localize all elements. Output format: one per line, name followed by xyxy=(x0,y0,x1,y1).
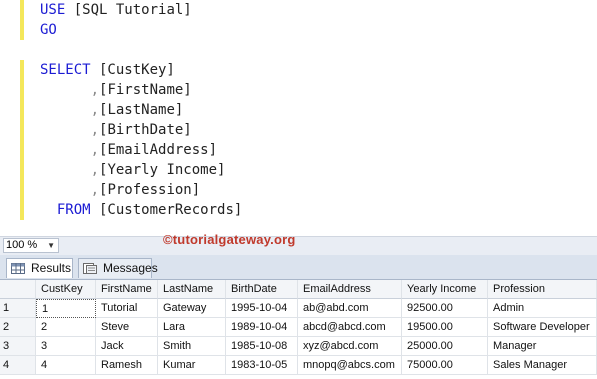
sql-identifier: [Yearly Income] xyxy=(99,162,226,178)
change-marker-bar xyxy=(20,60,24,220)
table-cell[interactable]: Tutorial xyxy=(96,299,158,318)
table-cell[interactable]: 4 xyxy=(36,356,96,375)
sql-identifier: [LastName] xyxy=(99,102,184,118)
table-cell[interactable]: 1983-10-05 xyxy=(226,356,298,375)
sql-comma: , xyxy=(90,82,100,98)
table-cell[interactable]: Ramesh xyxy=(96,356,158,375)
sql-comma: , xyxy=(90,102,100,118)
table-cell[interactable]: 1985-10-08 xyxy=(226,337,298,356)
zoom-value: 100 % xyxy=(6,239,38,251)
row-number[interactable]: 2 xyxy=(0,318,36,337)
code-line-4: SELECT [CustKey] xyxy=(40,60,175,80)
zoom-dropdown[interactable]: 100 % ▼ xyxy=(3,238,59,253)
sql-keyword: FROM xyxy=(56,202,91,218)
sql-identifier: [FirstName] xyxy=(99,82,192,98)
sql-identifier: [BirthDate] xyxy=(99,122,192,138)
table-row[interactable]: 4 4 Ramesh Kumar 1983-10-05 mnopq@abcs.c… xyxy=(0,356,597,375)
grid-header-row: CustKey FirstName LastName BirthDate Ema… xyxy=(0,280,597,299)
sql-identifier: [Profession] xyxy=(99,182,201,198)
table-cell[interactable]: Smith xyxy=(158,337,226,356)
watermark: ©tutorialgateway.org xyxy=(163,232,296,247)
sql-comma: , xyxy=(90,162,100,178)
table-cell[interactable]: Lara xyxy=(158,318,226,337)
sql-comma: , xyxy=(90,122,100,138)
table-row[interactable]: 1 1 Tutorial Gateway 1995-10-04 ab@abd.c… xyxy=(0,299,597,318)
table-cell[interactable]: 1 xyxy=(36,299,96,318)
column-header-rownum[interactable] xyxy=(0,280,36,299)
table-cell[interactable]: 3 xyxy=(36,337,96,356)
table-cell[interactable]: 92500.00 xyxy=(402,299,488,318)
table-row[interactable]: 2 2 Steve Lara 1989-10-04 abcd@abcd.com … xyxy=(0,318,597,337)
code-line-6: ,[LastName] xyxy=(40,100,184,120)
sql-keyword: USE xyxy=(40,2,66,18)
table-cell[interactable]: Manager xyxy=(488,337,597,356)
row-number[interactable]: 4 xyxy=(0,356,36,375)
tab-messages-label: Messages xyxy=(103,261,158,275)
column-header-custkey[interactable]: CustKey xyxy=(36,280,96,299)
results-grid[interactable]: CustKey FirstName LastName BirthDate Ema… xyxy=(0,279,597,379)
column-header-firstname[interactable]: FirstName xyxy=(96,280,158,299)
table-cell[interactable]: Admin xyxy=(488,299,597,318)
table-cell[interactable]: Kumar xyxy=(158,356,226,375)
table-row[interactable]: 3 3 Jack Smith 1985-10-08 xyz@abcd.com 2… xyxy=(0,337,597,356)
column-header-birthdate[interactable]: BirthDate xyxy=(226,280,298,299)
change-marker-bar xyxy=(20,0,24,40)
sql-keyword: GO xyxy=(40,22,57,38)
row-number[interactable]: 3 xyxy=(0,337,36,356)
code-line-5: ,[FirstName] xyxy=(40,80,192,100)
column-header-profession[interactable]: Profession xyxy=(488,280,597,299)
code-line-9: ,[Yearly Income] xyxy=(40,160,226,180)
code-line-2: GO xyxy=(40,20,57,40)
table-cell[interactable]: Jack xyxy=(96,337,158,356)
table-cell[interactable]: 25000.00 xyxy=(402,337,488,356)
table-cell[interactable]: 75000.00 xyxy=(402,356,488,375)
column-header-emailaddress[interactable]: EmailAddress xyxy=(298,280,402,299)
editor-status-bar: 100 % ▼ ©tutorialgateway.org xyxy=(0,232,597,255)
table-cell[interactable]: 1989-10-04 xyxy=(226,318,298,337)
results-tab-strip: Results Messages xyxy=(0,255,597,279)
tab-results[interactable]: Results xyxy=(6,258,73,278)
code-line-1: USE [SQL Tutorial] xyxy=(40,0,192,20)
sql-editor[interactable]: USE [SQL Tutorial] GO SELECT [CustKey] ,… xyxy=(0,0,597,236)
table-cell[interactable]: abcd@abcd.com xyxy=(298,318,402,337)
table-cell[interactable]: Gateway xyxy=(158,299,226,318)
code-line-8: ,[EmailAddress] xyxy=(40,140,217,160)
code-line-7: ,[BirthDate] xyxy=(40,120,192,140)
tab-results-label: Results xyxy=(31,261,72,275)
row-number[interactable]: 1 xyxy=(0,299,36,318)
column-header-yearly-income[interactable]: Yearly Income xyxy=(402,280,488,299)
table-cell[interactable]: 19500.00 xyxy=(402,318,488,337)
table-cell[interactable]: Steve xyxy=(96,318,158,337)
messages-icon xyxy=(83,263,97,274)
sql-comma: , xyxy=(90,142,100,158)
table-cell[interactable]: 1995-10-04 xyxy=(226,299,298,318)
sql-identifier: [EmailAddress] xyxy=(99,142,218,158)
table-cell[interactable]: mnopq@abcs.com xyxy=(298,356,402,375)
sql-identifier: [CustKey] xyxy=(90,62,175,78)
column-header-lastname[interactable]: LastName xyxy=(158,280,226,299)
chevron-down-icon: ▼ xyxy=(47,241,55,250)
table-cell[interactable]: ab@abd.com xyxy=(298,299,402,318)
sql-identifier: [SQL Tutorial] xyxy=(65,2,192,18)
sql-identifier: [CustomerRecords] xyxy=(90,202,243,218)
table-cell[interactable]: Sales Manager xyxy=(488,356,597,375)
code-line-11: FROM [CustomerRecords] xyxy=(40,200,242,220)
sql-keyword: SELECT xyxy=(40,62,91,78)
code-line-10: ,[Profession] xyxy=(40,180,201,200)
tab-messages[interactable]: Messages xyxy=(78,258,158,278)
table-cell[interactable]: xyz@abcd.com xyxy=(298,337,402,356)
table-cell[interactable]: Software Developer xyxy=(488,318,597,337)
grid-icon xyxy=(11,263,25,274)
table-cell[interactable]: 2 xyxy=(36,318,96,337)
sql-comma: , xyxy=(90,182,100,198)
